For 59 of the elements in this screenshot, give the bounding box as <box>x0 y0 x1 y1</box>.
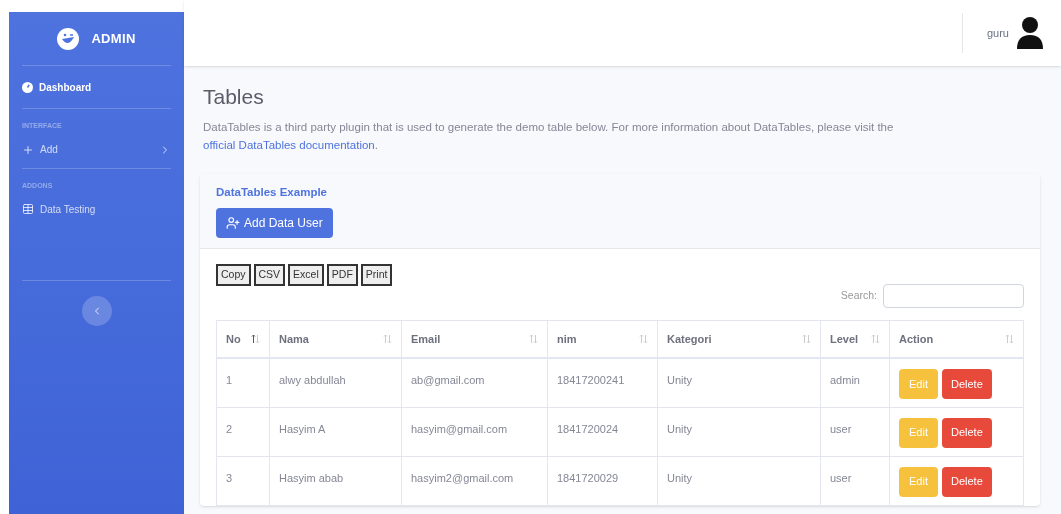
delete-button[interactable]: Delete <box>941 369 992 399</box>
table-icon <box>22 203 34 215</box>
column-header[interactable]: Email <box>401 320 548 358</box>
export-button[interactable]: PDF <box>326 263 358 286</box>
page-title: Tables <box>203 84 265 110</box>
sidebar-item[interactable]: Data Testing <box>22 191 171 227</box>
brand-name: ADMIN <box>91 29 136 48</box>
table-cell: user <box>820 407 890 456</box>
export-button[interactable]: Excel <box>288 263 324 286</box>
table-cell: 1841720029 <box>547 456 658 505</box>
delete-button[interactable]: Delete <box>941 466 992 497</box>
table-cell: Unity <box>657 407 821 456</box>
table-cell: 1 <box>216 358 270 407</box>
sort-icon <box>383 333 392 344</box>
table-cell: Unity <box>657 358 821 407</box>
sidebar-item[interactable]: Add <box>22 131 171 168</box>
table-cell: ab@gmail.com <box>401 358 548 407</box>
column-header[interactable]: nim <box>547 320 658 358</box>
sort-icon <box>871 333 880 344</box>
export-button[interactable]: CSV <box>253 263 286 286</box>
table-cell: user <box>820 456 890 505</box>
plus-icon <box>22 143 34 156</box>
column-header[interactable]: Action <box>889 320 1024 358</box>
sort-icon <box>802 333 811 344</box>
table-cell: 18417200241 <box>547 358 658 407</box>
sort-icon <box>529 333 538 344</box>
sort-icon <box>639 333 648 344</box>
gauge-icon <box>22 81 33 93</box>
table-cell: Hasyim A <box>269 407 402 456</box>
smiley-logo-icon <box>57 27 80 50</box>
user-avatar-icon[interactable] <box>1017 17 1043 49</box>
table-cell: 2 <box>216 407 270 456</box>
table-cell: Hasyim abab <box>269 456 402 505</box>
column-header[interactable]: Level <box>820 320 890 358</box>
table-cell: Unity <box>657 456 821 505</box>
sort-icon <box>1005 333 1014 344</box>
user-name[interactable]: guru <box>986 24 1009 42</box>
add-data-user-button[interactable]: Add Data User <box>216 207 333 238</box>
export-button[interactable]: Copy <box>216 263 251 286</box>
delete-button[interactable]: Delete <box>941 417 992 448</box>
search-label: Search: <box>840 287 877 303</box>
card-title: DataTables Example <box>216 185 328 201</box>
documentation-link[interactable]: official DataTables documentation <box>203 139 375 152</box>
collapse-sidebar-button[interactable] <box>81 296 112 326</box>
search-field[interactable] <box>883 283 1024 308</box>
sort-icon <box>251 333 260 344</box>
table-cell: 1841720024 <box>547 407 658 456</box>
column-header[interactable]: Kategori <box>657 320 821 358</box>
table-cell: alwy abdullah <box>269 358 402 407</box>
table-cell: hasyim2@gmail.com <box>401 456 548 505</box>
column-header[interactable]: No <box>216 320 270 358</box>
table-cell: admin <box>820 358 890 407</box>
export-button[interactable]: Print <box>360 263 393 286</box>
column-header[interactable]: Nama <box>269 320 402 358</box>
table-cell: hasyim@gmail.com <box>401 407 548 456</box>
user-plus-icon <box>226 215 240 230</box>
sidebar-item[interactable]: Dashboard <box>22 66 171 108</box>
page-description: DataTables is a third party plugin that is used to generate the demo table below. For more information about DataTables, please visit the official DataTables documentation. <box>203 120 895 154</box>
table-cell: 3 <box>216 456 270 505</box>
